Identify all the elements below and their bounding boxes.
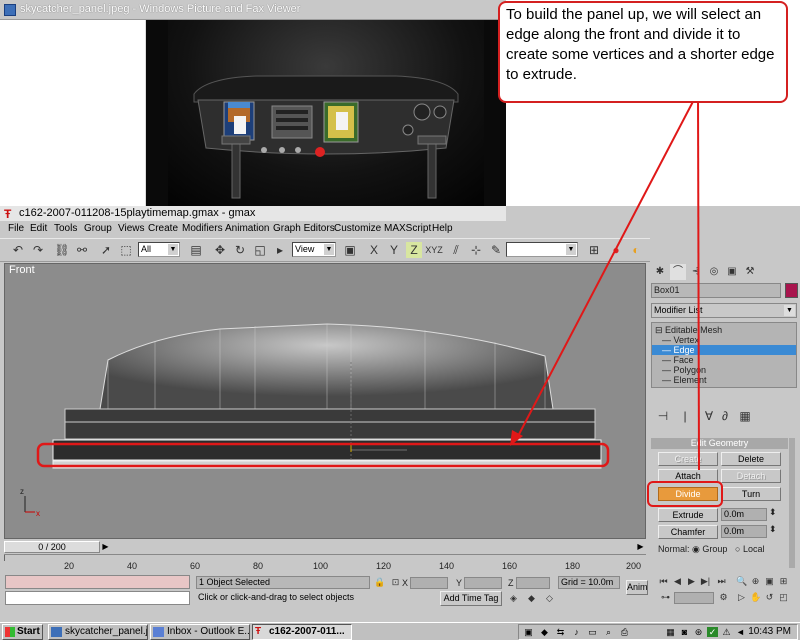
folder-icon[interactable]: ▭ xyxy=(587,627,598,637)
windows-logo-icon xyxy=(5,627,15,637)
callout-text: To build the panel up, we will select an… xyxy=(506,6,775,83)
camera-icon[interactable]: ◙ xyxy=(679,627,690,637)
clock[interactable]: 10:43 PM xyxy=(748,626,791,637)
gmax-app-icon: Ŧ xyxy=(255,626,262,637)
start-button[interactable]: Start xyxy=(2,624,43,640)
shield-icon[interactable]: ◆ xyxy=(539,627,550,637)
picture-icon xyxy=(51,627,62,637)
volume-icon[interactable]: ◄ xyxy=(735,627,746,637)
printer-icon[interactable]: ⎙ xyxy=(619,627,630,637)
network-icon[interactable]: ▣ xyxy=(523,627,534,637)
antivirus-icon[interactable]: ⊛ xyxy=(693,627,704,637)
update-icon[interactable]: ✓ xyxy=(707,627,718,637)
task-picture-viewer[interactable]: skycatcher_panel.jp... xyxy=(48,624,148,640)
security-icon[interactable]: ⚠ xyxy=(721,627,732,637)
connection-icon[interactable]: ⇆ xyxy=(555,627,566,637)
taskbar: Start skycatcher_panel.jp... Inbox - Out… xyxy=(0,622,800,640)
task-gmax[interactable]: Ŧ c162-2007-011... xyxy=(252,624,352,640)
system-tray: ▣ ◆ ⇆ ♪ ▭ ⌕ ⎙ ▦ ◙ ⊛ ✓ ⚠ ◄ 10:43 PM xyxy=(518,624,798,640)
tutorial-callout: To build the panel up, we will select an… xyxy=(498,1,788,103)
monitor-icon[interactable]: ▦ xyxy=(665,627,676,637)
search-icon[interactable]: ⌕ xyxy=(603,627,614,637)
speaker-icon[interactable]: ♪ xyxy=(571,627,582,637)
outlook-icon xyxy=(153,627,164,637)
task-outlook[interactable]: Inbox - Outlook E... xyxy=(150,624,250,640)
